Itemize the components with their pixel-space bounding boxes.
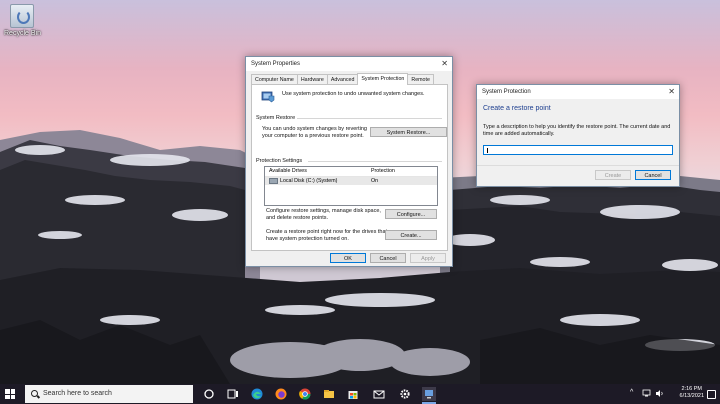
group-divider [308,161,442,162]
create-restore-point-dialog: System Protection ✕ Create a restore poi… [476,84,680,187]
configure-button[interactable]: Configure... [385,209,437,219]
apply-button[interactable]: Apply [410,253,446,263]
search-placeholder: Search here to search [43,390,112,397]
desktop-icon-label: Recycle Bin [4,30,41,37]
system-protection-icon [261,91,275,103]
drive-icon [269,177,278,184]
ok-button[interactable]: OK [330,253,366,263]
restore-dialog-titlebar[interactable]: System Protection ✕ [477,85,679,99]
desktop-icon-recycle-bin[interactable]: Recycle Bin [4,4,41,37]
window-title: System Properties [251,61,301,67]
system-restore-button[interactable]: System Restore... [370,127,447,137]
system-restore-group-label: System Restore [256,115,296,121]
restore-point-description-input[interactable] [483,145,673,155]
drive-name: Local Disk (C:) (System) [280,178,338,184]
dialog-cancel-button[interactable]: Cancel [635,170,671,180]
dialog-heading: Create a restore point [483,105,551,112]
edge-icon[interactable] [250,387,264,401]
task-view-icon[interactable] [226,387,240,401]
system-restore-description-line1: You can undo system changes by reverting [262,126,367,132]
recycle-bin-icon [10,4,34,28]
system-properties-icon[interactable] [422,387,436,401]
search-icon [31,390,38,397]
taskbar-search-box[interactable]: Search here to search [25,385,193,403]
system-properties-titlebar[interactable]: System Properties ✕ [246,57,452,71]
firefox-icon[interactable] [274,387,288,401]
notification-icon[interactable] [707,390,716,399]
create-text-line2: have system protection turned on. [266,236,349,242]
drives-list[interactable]: Available Drives Protection Local Disk (… [264,166,438,206]
cortana-icon[interactable] [202,387,216,401]
column-protection[interactable]: Protection [371,167,395,176]
tab-strip: Computer Name Hardware Advanced System P… [251,73,434,85]
dialog-description-line1: Type a description to help you identify … [483,124,671,130]
group-divider [297,118,442,119]
dialog-description-line2: time are added automatically. [483,131,555,137]
close-icon[interactable]: ✕ [668,85,675,99]
dialog-footer-divider [477,165,679,166]
configure-text-line2: and delete restore points. [266,215,329,221]
cancel-button[interactable]: Cancel [370,253,406,263]
store-icon[interactable] [346,387,360,401]
taskbar-clock[interactable]: 2:16 PM 6/13/2021 [680,386,704,400]
chevron-up-icon[interactable]: ^ [630,389,633,396]
system-restore-description-line2: your computer to a previous restore poin… [262,133,364,139]
create-button[interactable]: Create [595,170,631,180]
settings-icon[interactable] [398,387,412,401]
column-available-drives[interactable]: Available Drives [265,167,371,176]
clock-time: 2:16 PM [681,386,702,392]
configure-text-line1: Configure restore settings, manage disk … [266,208,381,214]
system-properties-window: System Properties ✕ Computer Name Hardwa… [245,56,453,267]
protection-settings-group-label: Protection Settings [256,158,303,164]
create-restore-point-button[interactable]: Create... [385,230,437,240]
start-button[interactable] [5,389,15,399]
chrome-icon[interactable] [298,387,312,401]
dialog-title: System Protection [482,89,531,95]
drive-protection-status: On [371,178,379,184]
drives-list-header: Available Drives Protection [265,167,437,177]
drive-row[interactable]: Local Disk (C:) (System) On [265,177,437,185]
volume-icon[interactable] [655,389,664,398]
taskbar: Search here to search ^ 2:16 PM 6/13/202… [0,384,720,404]
intro-text: Use system protection to undo unwanted s… [282,91,425,97]
clock-date: 6/13/2021 [679,393,704,399]
create-text-line1: Create a restore point right now for the… [266,229,388,235]
network-icon[interactable] [642,389,651,398]
system-protection-pane: Use system protection to undo unwanted s… [251,84,448,251]
mail-icon[interactable] [372,387,386,401]
file-explorer-icon[interactable] [322,387,336,401]
tab-system-protection[interactable]: System Protection [357,73,409,85]
close-icon[interactable]: ✕ [441,57,448,71]
text-caret [487,148,488,153]
